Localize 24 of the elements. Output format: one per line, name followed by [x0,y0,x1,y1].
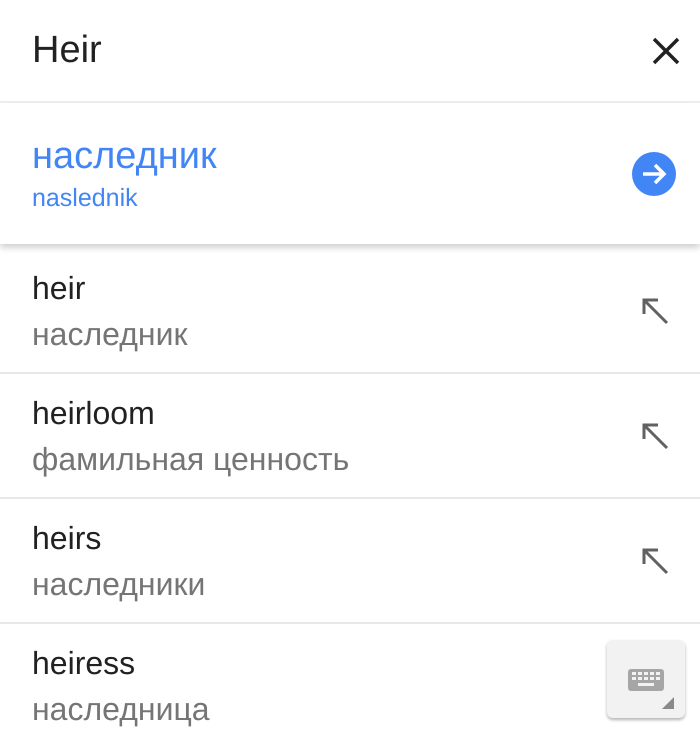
suggestion-translation: фамильная ценность [32,440,350,478]
close-icon [652,36,680,64]
translation-text: наследник [32,134,217,178]
suggestion-row[interactable]: heirloom фамильная ценность [0,374,700,499]
search-field[interactable]: Heir [32,29,532,72]
close-button[interactable] [652,36,680,64]
arrow-right-icon [632,152,676,196]
go-button[interactable] [632,152,676,196]
arrow-up-left-icon [640,546,670,576]
suggestion-word: heirloom [32,394,156,432]
suggestion-translation: наследница [32,690,210,728]
arrow-up-left-icon [640,420,670,450]
suggestion-translation: наследник [32,314,188,354]
suggestion-row[interactable]: heir наследник [0,249,700,374]
fill-query-button[interactable] [640,420,670,450]
suggestion-translation: наследники [32,564,206,604]
transliteration-text: naslednik [32,184,139,213]
arrow-up-left-icon [640,296,670,326]
suggestion-word: heirs [32,518,102,558]
fill-query-button[interactable] [640,546,670,576]
suggestion-row[interactable]: heirs наследники [0,499,700,624]
suggestion-word: heiress [32,644,136,682]
fill-query-button[interactable] [640,296,670,326]
suggestion-word: heir [32,268,86,308]
